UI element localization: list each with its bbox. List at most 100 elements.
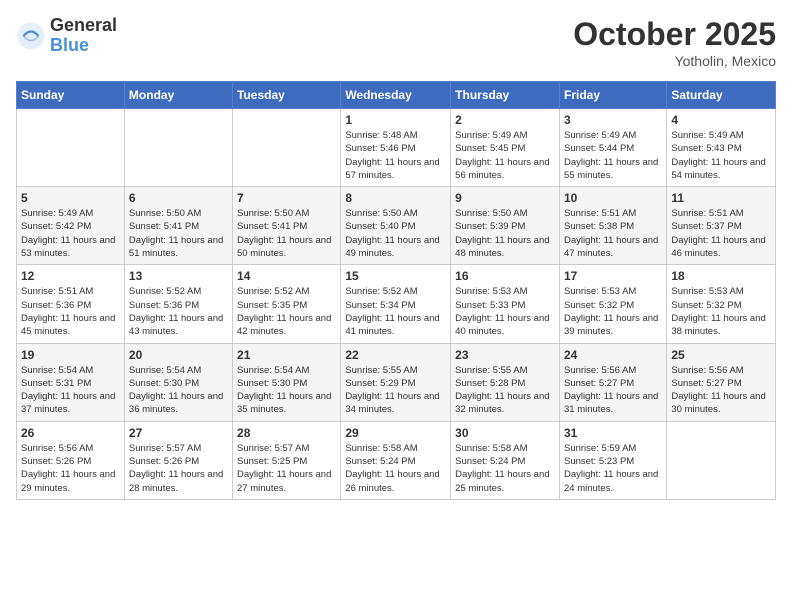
day-of-week-header: Thursday [451,82,560,109]
calendar-cell [17,109,125,187]
calendar-cell: 25 Sunrise: 5:56 AM Sunset: 5:27 PM Dayli… [667,343,776,421]
day-number: 23 [455,348,555,362]
calendar-week-row: 19Sunrise: 5:54 AM Sunset: 5:31 PM Dayli… [17,343,776,421]
day-info: Sunrise: 5:49 AM Sunset: 5:44 PM Dayligh… [564,129,662,182]
day-number: 11 [671,191,771,205]
day-number: 18 [671,269,771,283]
day-info: Sunrise: 5:56 AM Sunset: 5:27 PM Dayligh… [671,364,771,417]
day-info: Sunrise: 5:54 AM Sunset: 5:30 PM Dayligh… [129,364,228,417]
calendar-cell: 15Sunrise: 5:52 AM Sunset: 5:34 PM Dayli… [341,265,451,343]
calendar-cell: 27Sunrise: 5:57 AM Sunset: 5:26 PM Dayli… [124,421,232,499]
day-number: 1 [345,113,446,127]
calendar-cell: 30Sunrise: 5:58 AM Sunset: 5:24 PM Dayli… [451,421,560,499]
day-number: 26 [21,426,120,440]
day-info: Sunrise: 5:56 AM Sunset: 5:27 PM Dayligh… [564,364,662,417]
day-number: 13 [129,269,228,283]
day-info: Sunrise: 5:52 AM Sunset: 5:35 PM Dayligh… [237,285,336,338]
day-number: 15 [345,269,446,283]
calendar-cell [667,421,776,499]
calendar-header-row: SundayMondayTuesdayWednesdayThursdayFrid… [17,82,776,109]
calendar-cell: 28Sunrise: 5:57 AM Sunset: 5:25 PM Dayli… [233,421,341,499]
logo-icon [16,21,46,51]
calendar-cell: 4 Sunrise: 5:49 AM Sunset: 5:43 PM Daylig… [667,109,776,187]
day-info: Sunrise: 5:50 AM Sunset: 5:40 PM Dayligh… [345,207,446,260]
day-number: 14 [237,269,336,283]
day-info: Sunrise: 5:50 AM Sunset: 5:39 PM Dayligh… [455,207,555,260]
day-of-week-header: Saturday [667,82,776,109]
calendar-cell: 23 Sunrise: 5:55 AM Sunset: 5:28 PM Dayli… [451,343,560,421]
day-info: Sunrise: 5:56 AM Sunset: 5:26 PM Dayligh… [21,442,120,495]
calendar-cell: 1 Sunrise: 5:48 AM Sunset: 5:46 PM Daylig… [341,109,451,187]
day-number: 3 [564,113,662,127]
calendar-cell: 11Sunrise: 5:51 AM Sunset: 5:37 PM Dayli… [667,187,776,265]
month-title: October 2025 [573,16,776,53]
day-number: 29 [345,426,446,440]
day-info: Sunrise: 5:49 AM Sunset: 5:45 PM Dayligh… [455,129,555,182]
calendar-cell: 3 Sunrise: 5:49 AM Sunset: 5:44 PM Daylig… [559,109,666,187]
calendar-cell: 17 Sunrise: 5:53 AM Sunset: 5:32 PM Dayli… [559,265,666,343]
calendar-cell [124,109,232,187]
calendar-week-row: 5 Sunrise: 5:49 AM Sunset: 5:42 PM Daylig… [17,187,776,265]
day-info: Sunrise: 5:53 AM Sunset: 5:32 PM Dayligh… [671,285,771,338]
calendar-week-row: 1 Sunrise: 5:48 AM Sunset: 5:46 PM Daylig… [17,109,776,187]
calendar-cell: 31 Sunrise: 5:59 AM Sunset: 5:23 PM Dayli… [559,421,666,499]
day-number: 30 [455,426,555,440]
calendar-cell: 22 Sunrise: 5:55 AM Sunset: 5:29 PM Dayli… [341,343,451,421]
day-number: 2 [455,113,555,127]
day-info: Sunrise: 5:49 AM Sunset: 5:42 PM Dayligh… [21,207,120,260]
day-info: Sunrise: 5:51 AM Sunset: 5:36 PM Dayligh… [21,285,120,338]
day-number: 16 [455,269,555,283]
day-info: Sunrise: 5:50 AM Sunset: 5:41 PM Dayligh… [237,207,336,260]
calendar-cell: 18 Sunrise: 5:53 AM Sunset: 5:32 PM Dayli… [667,265,776,343]
calendar-cell: 10 Sunrise: 5:51 AM Sunset: 5:38 PM Dayli… [559,187,666,265]
day-number: 10 [564,191,662,205]
day-of-week-header: Tuesday [233,82,341,109]
logo: General Blue [16,16,117,56]
day-info: Sunrise: 5:59 AM Sunset: 5:23 PM Dayligh… [564,442,662,495]
calendar-cell: 21 Sunrise: 5:54 AM Sunset: 5:30 PM Dayli… [233,343,341,421]
day-number: 25 [671,348,771,362]
day-info: Sunrise: 5:48 AM Sunset: 5:46 PM Dayligh… [345,129,446,182]
calendar-cell: 5 Sunrise: 5:49 AM Sunset: 5:42 PM Daylig… [17,187,125,265]
calendar-cell: 13 Sunrise: 5:52 AM Sunset: 5:36 PM Dayli… [124,265,232,343]
day-number: 4 [671,113,771,127]
day-number: 5 [21,191,120,205]
day-info: Sunrise: 5:58 AM Sunset: 5:24 PM Dayligh… [345,442,446,495]
day-number: 8 [345,191,446,205]
calendar-week-row: 26 Sunrise: 5:56 AM Sunset: 5:26 PM Dayli… [17,421,776,499]
calendar-cell: 24 Sunrise: 5:56 AM Sunset: 5:27 PM Dayli… [559,343,666,421]
day-of-week-header: Sunday [17,82,125,109]
day-number: 20 [129,348,228,362]
calendar-cell: 14 Sunrise: 5:52 AM Sunset: 5:35 PM Dayli… [233,265,341,343]
calendar-cell: 29 Sunrise: 5:58 AM Sunset: 5:24 PM Dayli… [341,421,451,499]
day-info: Sunrise: 5:49 AM Sunset: 5:43 PM Dayligh… [671,129,771,182]
calendar-cell: 6Sunrise: 5:50 AM Sunset: 5:41 PM Daylig… [124,187,232,265]
day-info: Sunrise: 5:54 AM Sunset: 5:30 PM Dayligh… [237,364,336,417]
calendar-cell: 20 Sunrise: 5:54 AM Sunset: 5:30 PM Dayli… [124,343,232,421]
day-number: 17 [564,269,662,283]
day-number: 21 [237,348,336,362]
day-number: 22 [345,348,446,362]
day-info: Sunrise: 5:51 AM Sunset: 5:38 PM Dayligh… [564,207,662,260]
day-info: Sunrise: 5:52 AM Sunset: 5:36 PM Dayligh… [129,285,228,338]
day-info: Sunrise: 5:53 AM Sunset: 5:32 PM Dayligh… [564,285,662,338]
calendar-cell: 19Sunrise: 5:54 AM Sunset: 5:31 PM Dayli… [17,343,125,421]
calendar-cell: 8 Sunrise: 5:50 AM Sunset: 5:40 PM Daylig… [341,187,451,265]
day-info: Sunrise: 5:53 AM Sunset: 5:33 PM Dayligh… [455,285,555,338]
day-number: 31 [564,426,662,440]
day-number: 9 [455,191,555,205]
day-number: 24 [564,348,662,362]
day-of-week-header: Wednesday [341,82,451,109]
day-info: Sunrise: 5:55 AM Sunset: 5:28 PM Dayligh… [455,364,555,417]
calendar-cell: 12Sunrise: 5:51 AM Sunset: 5:36 PM Dayli… [17,265,125,343]
day-number: 27 [129,426,228,440]
day-of-week-header: Monday [124,82,232,109]
calendar-table: SundayMondayTuesdayWednesdayThursdayFrid… [16,81,776,500]
day-of-week-header: Friday [559,82,666,109]
day-info: Sunrise: 5:55 AM Sunset: 5:29 PM Dayligh… [345,364,446,417]
logo-general-text: General [50,16,117,36]
day-info: Sunrise: 5:50 AM Sunset: 5:41 PM Dayligh… [129,207,228,260]
calendar-cell: 26 Sunrise: 5:56 AM Sunset: 5:26 PM Dayli… [17,421,125,499]
calendar-cell: 2 Sunrise: 5:49 AM Sunset: 5:45 PM Daylig… [451,109,560,187]
calendar-cell: 7Sunrise: 5:50 AM Sunset: 5:41 PM Daylig… [233,187,341,265]
